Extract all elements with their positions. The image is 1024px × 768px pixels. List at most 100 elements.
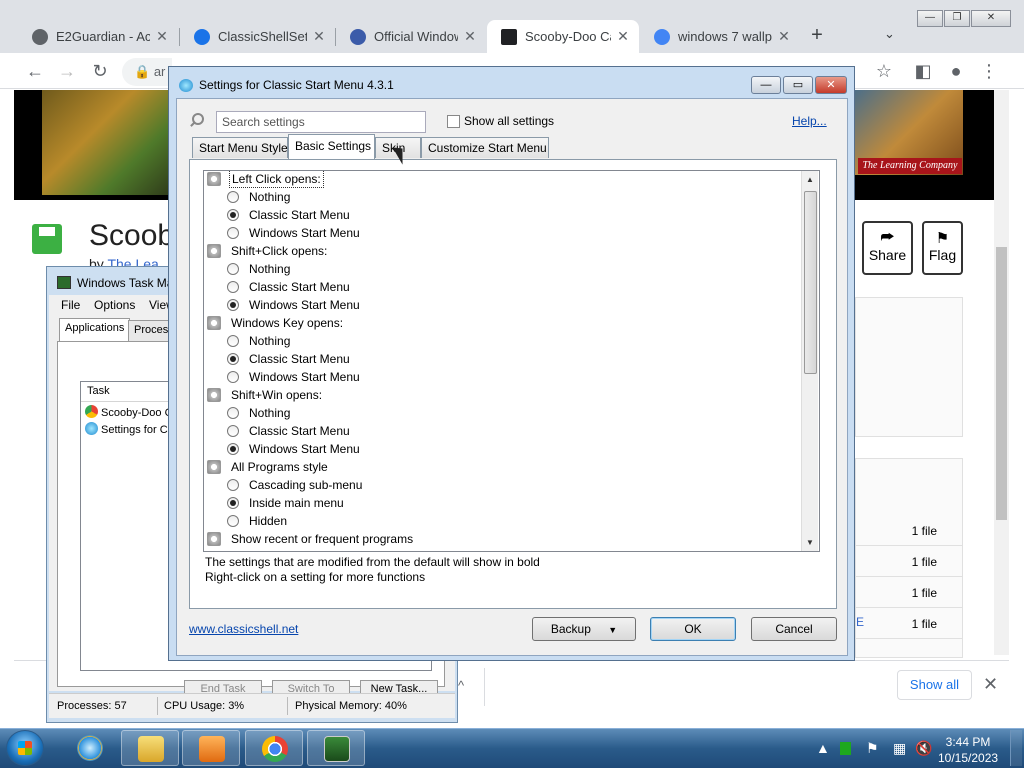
settings-option[interactable]: Classic Start Menu xyxy=(227,424,350,442)
file-row[interactable]: 1 file xyxy=(855,516,963,546)
taskbar-chrome[interactable] xyxy=(245,730,303,766)
settings-option[interactable]: Nothing xyxy=(227,406,290,424)
close-icon[interactable]: ✕ xyxy=(615,28,631,45)
file-link-fragment[interactable]: E xyxy=(856,615,864,629)
settings-tree[interactable]: ▲ ▼ Left Click opens: Nothing Classic Star… xyxy=(203,170,820,552)
settings-option[interactable]: Classic Start Menu xyxy=(227,208,350,226)
tab-windows7-wallpaper[interactable]: windows 7 wallp ✕ xyxy=(640,20,800,53)
star-icon[interactable]: ☆ xyxy=(872,59,896,83)
close-icon[interactable]: ✕ xyxy=(462,28,478,45)
file-row[interactable]: 1 file xyxy=(855,609,963,639)
tab-scooby-doo[interactable]: Scooby-Doo Cas ✕ xyxy=(487,20,639,53)
sidepanel-icon[interactable]: ◧ xyxy=(911,59,935,83)
settings-option[interactable]: Nothing xyxy=(227,334,290,352)
radio-button[interactable] xyxy=(227,209,239,221)
close-icon[interactable]: ✕ xyxy=(154,28,170,45)
close-icon[interactable]: ✕ xyxy=(983,674,998,695)
maximize-icon[interactable]: ▭ xyxy=(783,76,813,94)
settings-category[interactable]: Show recent or frequent programs xyxy=(207,532,415,550)
radio-button[interactable] xyxy=(227,371,239,383)
taskbar-windows-explorer[interactable] xyxy=(121,730,179,766)
tab-start-menu-style[interactable]: Start Menu Style xyxy=(192,137,288,158)
settings-option[interactable]: Classic Start Menu xyxy=(227,280,350,298)
tab-official-windows[interactable]: Official Windows ✕ xyxy=(336,20,486,53)
start-button[interactable] xyxy=(6,730,44,766)
settings-option[interactable]: Windows Start Menu xyxy=(227,226,360,244)
settings-option[interactable]: Classic Start Menu xyxy=(227,352,350,370)
radio-button[interactable] xyxy=(227,407,239,419)
settings-category[interactable]: Left Click opens: xyxy=(207,171,324,190)
settings-category[interactable]: Shift+Win opens: xyxy=(207,388,324,406)
help-link[interactable]: Help... xyxy=(792,114,827,128)
taskbar-task-manager[interactable] xyxy=(307,730,365,766)
taskbar-media-player[interactable] xyxy=(182,730,240,766)
settings-option[interactable]: Cascading sub-menu xyxy=(227,478,362,496)
minimize-icon[interactable]: — xyxy=(751,76,781,94)
forward-icon[interactable]: → xyxy=(55,59,79,83)
chevron-up-icon[interactable]: ^ xyxy=(458,678,464,693)
settings-category[interactable]: Shift+Click opens: xyxy=(207,244,329,262)
settings-option[interactable]: Windows Start Menu xyxy=(227,442,360,460)
tab-e2guardian[interactable]: E2Guardian - Acc ✕ xyxy=(18,20,178,53)
file-row[interactable]: 1 file xyxy=(855,578,963,608)
page-scrollbar[interactable] xyxy=(994,90,1009,655)
radio-button[interactable] xyxy=(227,497,239,509)
taskbar-internet-explorer[interactable] xyxy=(61,730,119,766)
radio-button[interactable] xyxy=(227,263,239,275)
show-all-button[interactable]: Show all xyxy=(897,670,972,700)
system-clock[interactable]: 3:44 PM 10/15/2023 xyxy=(938,734,998,766)
menu-file[interactable]: File xyxy=(61,298,80,312)
tray-expand-icon[interactable]: ▲ xyxy=(816,740,830,756)
tab-search-icon[interactable]: ⌄ xyxy=(884,26,895,42)
address-bar[interactable]: 🔒 ar xyxy=(122,58,172,86)
scroll-down-arrow-icon[interactable]: ▼ xyxy=(806,538,814,547)
radio-button[interactable] xyxy=(227,443,239,455)
cancel-button[interactable]: Cancel xyxy=(751,617,837,641)
minimize-icon[interactable]: — xyxy=(917,10,943,27)
maximize-icon[interactable]: ❐ xyxy=(944,10,970,27)
close-icon[interactable]: ✕ xyxy=(776,28,792,45)
close-icon[interactable]: ✕ xyxy=(971,10,1011,27)
radio-button[interactable] xyxy=(227,335,239,347)
search-settings-input[interactable]: Search settings xyxy=(216,111,426,133)
tab-customize-start-menu[interactable]: Customize Start Menu xyxy=(421,137,549,158)
volume-muted-icon[interactable]: 🔇 xyxy=(915,740,932,757)
settings-option[interactable]: Windows Start Menu xyxy=(227,370,360,388)
show-desktop-button[interactable] xyxy=(1010,730,1022,766)
menu-options[interactable]: Options xyxy=(94,298,135,312)
tab-classicshellsetup[interactable]: ClassicShellSetup ✕ xyxy=(180,20,335,53)
settings-option[interactable]: Hidden xyxy=(227,514,287,532)
close-icon[interactable]: ✕ xyxy=(815,76,847,94)
tab-applications[interactable]: Applications xyxy=(59,318,131,341)
ok-button[interactable]: OK xyxy=(650,617,736,641)
tab-basic-settings[interactable]: Basic Settings xyxy=(288,134,375,159)
new-tab-button[interactable]: + xyxy=(806,24,828,46)
tree-scrollbar[interactable]: ▲ ▼ xyxy=(801,171,818,551)
backup-button[interactable]: Backup ▼ xyxy=(532,617,636,641)
radio-button[interactable] xyxy=(227,227,239,239)
scroll-up-arrow-icon[interactable]: ▲ xyxy=(806,175,814,184)
network-icon[interactable]: ▦ xyxy=(893,740,906,757)
reload-icon[interactable]: ↻ xyxy=(88,59,112,83)
radio-button[interactable] xyxy=(227,515,239,527)
radio-button[interactable] xyxy=(227,479,239,491)
scrollbar-thumb[interactable] xyxy=(804,191,817,374)
settings-option[interactable]: Nothing xyxy=(227,262,290,280)
radio-button[interactable] xyxy=(227,281,239,293)
menu-icon[interactable]: ⋮ xyxy=(977,59,1001,83)
action-center-icon[interactable]: ⚑ xyxy=(866,740,879,757)
show-all-settings-label[interactable]: Show all settings xyxy=(464,114,554,128)
show-all-settings-checkbox[interactable] xyxy=(447,115,460,128)
file-row[interactable]: 1 file xyxy=(855,547,963,577)
close-icon[interactable]: ✕ xyxy=(311,28,327,45)
settings-option[interactable]: Inside main menu xyxy=(227,496,344,514)
radio-button[interactable] xyxy=(227,191,239,203)
radio-button[interactable] xyxy=(227,299,239,311)
tray-green-icon[interactable] xyxy=(840,742,851,755)
radio-button[interactable] xyxy=(227,425,239,437)
settings-category[interactable]: Windows Key opens: xyxy=(207,316,345,334)
radio-button[interactable] xyxy=(227,353,239,365)
back-icon[interactable]: ← xyxy=(23,59,47,83)
classicshell-website-link[interactable]: www.classicshell.net xyxy=(189,622,298,636)
settings-option[interactable]: Windows Start Menu xyxy=(227,298,360,316)
